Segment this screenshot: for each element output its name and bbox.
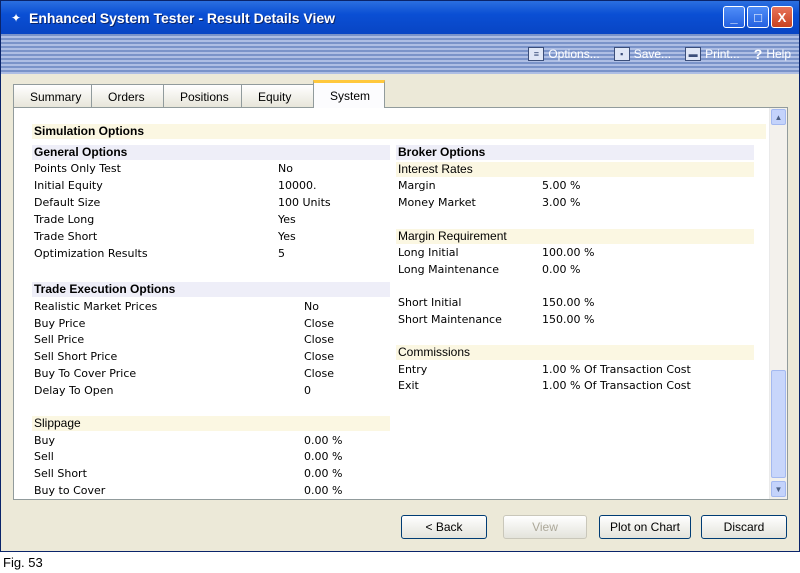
system-panel: Simulation Options General Options Point… (13, 107, 788, 500)
list-item: Long Initial 100.00 % (398, 246, 595, 259)
list-item: Buy To Cover Price Close (34, 367, 334, 380)
scroll-down-icon[interactable]: ▼ (771, 481, 786, 497)
view-button[interactable]: View (503, 515, 587, 539)
list-item: Entry 1.00 % Of Transaction Cost (398, 363, 691, 376)
tab-summary[interactable]: Summary (13, 84, 92, 108)
general-options-heading: General Options (32, 145, 390, 160)
list-item: Sell Short 0.00 % (34, 467, 343, 480)
app-icon: ✦ (10, 10, 22, 25)
title-bar: ✦ Enhanced System Tester - Result Detail… (1, 1, 799, 34)
simulation-options-heading: Simulation Options (32, 124, 766, 139)
list-item: Trade Short Yes (34, 230, 296, 243)
plot-on-chart-button[interactable]: Plot on Chart (599, 515, 691, 539)
list-item: Margin 5.00 % (398, 179, 581, 192)
list-item: Realistic Market Prices No (34, 300, 319, 313)
list-item: Trade Long Yes (34, 213, 296, 226)
list-item: Buy Price Close (34, 317, 334, 330)
help-button[interactable]: ? Help (754, 46, 791, 62)
list-item: Points Only Test No (34, 162, 293, 175)
scrollbar-thumb[interactable] (771, 370, 786, 478)
list-item: Money Market 3.00 % (398, 196, 581, 209)
list-item: Buy to Cover 0.00 % (34, 484, 343, 497)
back-button[interactable]: < Back (401, 515, 487, 539)
tab-strip: Summary Orders Positions Equity System (13, 80, 385, 108)
slippage-heading: Slippage (32, 416, 390, 431)
trade-execution-heading: Trade Execution Options (32, 282, 390, 297)
list-item: Optimization Results 5 (34, 247, 285, 260)
broker-options-heading: Broker Options (396, 145, 754, 160)
vertical-scrollbar[interactable]: ▲ ▼ (769, 108, 787, 499)
close-button[interactable]: X (771, 6, 793, 28)
list-item: Exit 1.00 % Of Transaction Cost (398, 379, 691, 392)
maximize-button[interactable]: □ (747, 6, 769, 28)
list-item: Sell 0.00 % (34, 450, 343, 463)
print-label: Print... (705, 47, 740, 61)
print-button[interactable]: ▬ Print... (685, 47, 740, 61)
discard-button[interactable]: Discard (701, 515, 787, 539)
list-item: Default Size 100 Units (34, 196, 331, 209)
result-details-window: ✦ Enhanced System Tester - Result Detail… (0, 0, 800, 552)
interest-rates-heading: Interest Rates (396, 162, 754, 177)
margin-requirement-heading: Margin Requirement (396, 229, 754, 244)
help-icon: ? (753, 46, 763, 62)
figure-caption: Fig. 53 (3, 555, 43, 570)
save-button[interactable]: ▪ Save... (613, 47, 672, 61)
save-icon: ▪ (613, 47, 630, 61)
printer-icon: ▬ (685, 47, 702, 61)
save-label: Save... (633, 47, 672, 61)
commissions-heading: Commissions (396, 345, 754, 360)
tab-orders[interactable]: Orders (91, 84, 164, 108)
options-label: Options... (548, 47, 600, 61)
window-title: Enhanced System Tester - Result Details … (29, 9, 336, 26)
list-item: Delay To Open 0 (34, 384, 311, 397)
scroll-up-icon[interactable]: ▲ (771, 109, 786, 125)
help-label: Help (766, 47, 791, 61)
options-icon: ≡ (528, 47, 545, 61)
list-item: Buy 0.00 % (34, 434, 343, 447)
toolbar: ≡ Options... ▪ Save... ▬ Print... ? Help (1, 34, 799, 74)
list-item: Short Initial 150.00 % (398, 296, 595, 309)
window-controls: _ □ X (723, 6, 793, 28)
list-item: Long Maintenance 0.00 % (398, 263, 581, 276)
list-item: Sell Short Price Close (34, 350, 334, 363)
options-button[interactable]: ≡ Options... (528, 47, 600, 61)
list-item: Initial Equity 10000. (34, 179, 317, 192)
tab-positions[interactable]: Positions (163, 84, 242, 108)
tab-equity[interactable]: Equity (241, 84, 314, 108)
list-item: Sell Price Close (34, 333, 334, 346)
tab-system[interactable]: System (313, 80, 385, 108)
minimize-button[interactable]: _ (723, 6, 745, 28)
list-item: Short Maintenance 150.00 % (398, 313, 595, 326)
